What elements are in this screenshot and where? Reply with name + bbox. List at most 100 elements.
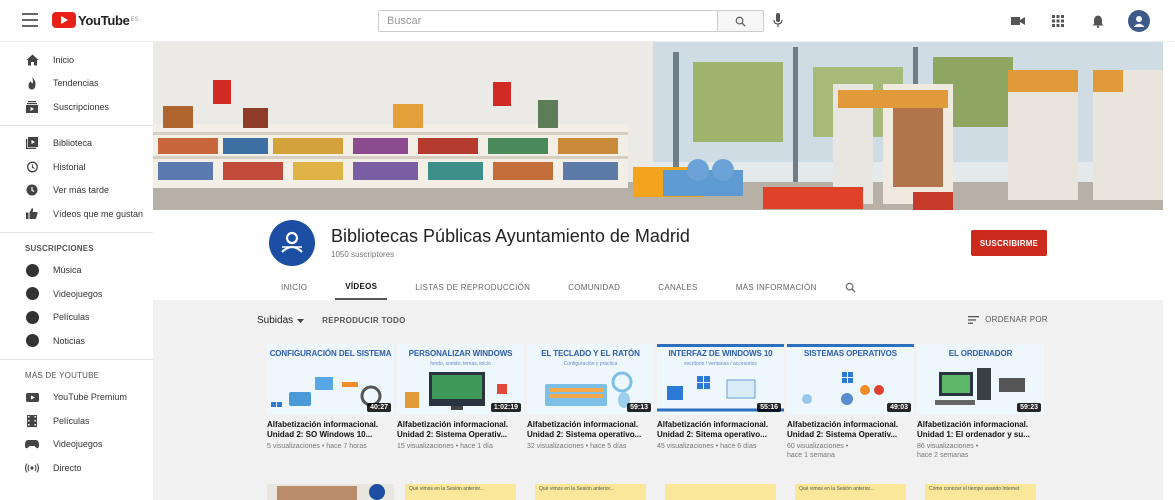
sidebar-item-biblioteca[interactable]: Biblioteca — [0, 132, 153, 156]
video-thumbnail[interactable] — [267, 484, 394, 500]
gamepad-icon — [25, 437, 39, 451]
sidebar-item-historial[interactable]: Historial — [0, 155, 153, 179]
menu-icon[interactable] — [22, 13, 38, 27]
video-thumbnail[interactable]: Cómo conocer el tiempo usando Internet — [917, 484, 1044, 500]
logo-region: ES — [130, 17, 139, 23]
sidebar-item-peliculas[interactable]: Películas — [0, 409, 153, 433]
channel-search-icon[interactable] — [845, 274, 856, 300]
sidebar-item-suscripciones[interactable]: Suscripciones — [0, 95, 153, 119]
uploads-dropdown[interactable]: Subidas — [257, 315, 305, 326]
sidebar-sub-musica[interactable]: Música — [0, 259, 153, 283]
sidebar-item-videos-que-me-gustan[interactable]: Vídeos que me gustan — [0, 202, 153, 226]
video-duration: 59:13 — [627, 403, 651, 412]
sidebar-sub-noticias[interactable]: Noticias — [0, 329, 153, 353]
youtube-logo[interactable]: YouTube ES — [52, 12, 139, 28]
video-thumbnail[interactable]: Qué vimos en la Sesión anterior... — [527, 484, 654, 500]
sidebar-item-inicio[interactable]: Inicio — [0, 48, 153, 72]
tab-inicio[interactable]: INICIO — [271, 274, 317, 300]
sidebar-item-label: Inicio — [53, 54, 75, 65]
video-title[interactable]: Alfabetización informacional. Unidad 2: … — [397, 420, 524, 439]
sidebar-item-label: Música — [53, 265, 82, 276]
thumbs-up-icon — [25, 207, 39, 221]
view-count: 86 visualizaciones — [917, 443, 974, 450]
video-card[interactable]: EL TECLADO Y EL RATÓN Configuración y pr… — [527, 344, 654, 460]
play-all-button[interactable]: REPRODUCIR TODO — [322, 316, 405, 325]
video-meta: 32 visualizaciones • hace 5 días — [527, 443, 627, 450]
view-count: 15 visualizaciones — [397, 443, 454, 450]
library-photo-thumbnail — [267, 484, 394, 500]
sidebar-item-label: Películas — [53, 415, 90, 426]
sidebar-sub-videojuegos[interactable]: Videojuegos — [0, 282, 153, 306]
library-icon — [25, 136, 39, 150]
library-logo-icon — [281, 231, 303, 253]
film-icon — [25, 414, 39, 428]
tab-mas-informacion[interactable]: MÁS INFORMACIÓN — [726, 274, 827, 300]
sidebar-item-label: Directo — [53, 462, 82, 473]
flame-icon — [25, 76, 39, 90]
youtube-play-icon — [52, 12, 76, 28]
video-card[interactable]: EL ORDENADOR 59:23 Alfabetización inform… — [917, 344, 1044, 460]
video-title[interactable]: Alfabetización informacional. Unidad 2: … — [657, 420, 784, 439]
video-thumbnail[interactable]: PERSONALIZAR WINDOWS fondo, sonido, tema… — [397, 344, 524, 415]
video-title[interactable]: Alfabetización informacional. Unidad 1: … — [917, 420, 1044, 439]
tab-comunidad[interactable]: COMUNIDAD — [558, 274, 630, 300]
video-thumbnail[interactable]: EL TECLADO Y EL RATÓN Configuración y pr… — [527, 344, 654, 415]
tab-listas-de-reproduccion[interactable]: LISTAS DE REPRODUCCIÓN — [405, 274, 540, 300]
video-title[interactable]: Alfabetización informacional. Unidad 2: … — [267, 420, 394, 439]
sidebar-item-label: Historial — [53, 161, 86, 172]
sidebar-item-directo[interactable]: Directo — [0, 456, 153, 480]
sidebar: Inicio Tendencias Suscripciones Bibliote… — [0, 42, 153, 500]
video-meta: 5 visualizaciones • hace 7 horas — [267, 443, 367, 450]
subscribe-button[interactable]: SUSCRIBIRME — [971, 230, 1047, 256]
search-button[interactable] — [717, 11, 763, 31]
sort-by-label: ORDENAR POR — [985, 315, 1048, 324]
video-card[interactable]: PERSONALIZAR WINDOWS fondo, sonido, tema… — [397, 344, 524, 460]
view-count: 5 visualizaciones — [267, 443, 320, 450]
sidebar-item-ver-mas-tarde[interactable]: Ver más tarde — [0, 179, 153, 203]
channel-tabs: INICIO VÍDEOS LISTAS DE REPRODUCCIÓN COM… — [271, 274, 856, 300]
sidebar-item-youtube-premium[interactable]: YouTube Premium — [0, 386, 153, 410]
video-thumbnail[interactable]: SISTEMAS OPERATIVOS 49:03 — [787, 344, 914, 415]
video-title[interactable]: Alfabetización informacional. Unidad 2: … — [787, 420, 914, 439]
channel-avatar[interactable] — [269, 220, 315, 266]
video-thumbnail[interactable]: INTERFAZ DE WINDOWS 10 escritorio / vent… — [657, 344, 784, 415]
subscriptions-icon — [25, 100, 39, 114]
tab-canales[interactable]: CANALES — [648, 274, 707, 300]
subscriber-count: 1050 suscriptores — [331, 250, 395, 259]
view-count: 45 visualizaciones — [657, 443, 714, 450]
subscriptions-header: SUSCRIPCIONES — [25, 244, 94, 253]
sidebar-sub-peliculas[interactable]: Películas — [0, 306, 153, 330]
sort-by-button[interactable]: ORDENAR POR — [968, 315, 1048, 324]
upload-age: hace 1 día — [460, 443, 493, 450]
view-count: 32 visualizaciones — [527, 443, 584, 450]
video-card[interactable]: CONFIGURACIÓN DEL SISTEMA 40:27 Alfabeti… — [267, 344, 394, 460]
create-video-icon[interactable] — [1008, 11, 1028, 31]
sort-icon — [968, 315, 980, 324]
channel-header: Bibliotecas Públicas Ayuntamiento de Mad… — [153, 210, 1163, 300]
sidebar-item-videojuegos[interactable]: Videojuegos — [0, 433, 153, 457]
video-meta: 15 visualizaciones • hace 1 día — [397, 443, 493, 450]
sidebar-item-tendencias[interactable]: Tendencias — [0, 72, 153, 96]
channel-banner — [153, 42, 1163, 210]
apps-grid-icon[interactable] — [1048, 11, 1068, 31]
search-input[interactable] — [379, 11, 717, 31]
video-thumbnail[interactable] — [657, 484, 784, 500]
sidebar-item-label: Tendencias — [53, 78, 99, 89]
video-thumbnail[interactable]: Qué vimos en la Sesión anterior... — [397, 484, 524, 500]
sidebar-item-label: Videojuegos — [53, 288, 103, 299]
video-thumbnail[interactable]: CONFIGURACIÓN DEL SISTEMA 40:27 — [267, 344, 394, 415]
microphone-icon[interactable] — [773, 13, 783, 33]
tab-videos[interactable]: VÍDEOS — [335, 274, 388, 300]
notifications-bell-icon[interactable] — [1088, 11, 1108, 31]
video-thumbnail[interactable]: Qué vimos en la Sesión anterior... — [787, 484, 914, 500]
video-title[interactable]: Alfabetización informacional. Unidad 2: … — [527, 420, 654, 439]
sidebar-item-label: Noticias — [53, 335, 86, 346]
news-channel-icon — [25, 334, 39, 348]
channel-name: Bibliotecas Públicas Ayuntamiento de Mad… — [331, 226, 690, 246]
account-avatar[interactable] — [1128, 10, 1150, 32]
thumbnail-snippet: Qué vimos en la Sesión anterior... — [405, 484, 516, 500]
video-card[interactable]: INTERFAZ DE WINDOWS 10 escritorio / vent… — [657, 344, 784, 460]
video-thumbnail[interactable]: EL ORDENADOR 59:23 — [917, 344, 1044, 415]
video-duration: 59:23 — [1017, 403, 1041, 412]
video-card[interactable]: SISTEMAS OPERATIVOS 49:03 Alfabetización… — [787, 344, 914, 460]
